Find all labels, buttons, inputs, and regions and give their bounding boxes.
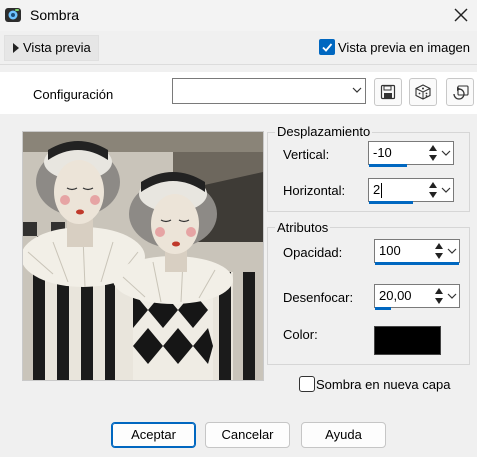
blur-label: Desenfocar: <box>283 290 354 305</box>
horizontal-value: 2 <box>373 182 381 197</box>
horizontal-input[interactable]: 2 <box>368 178 454 202</box>
text-cursor <box>381 183 382 198</box>
randomize-button[interactable] <box>409 78 437 106</box>
chevron-down-icon[interactable] <box>447 245 457 257</box>
offset-legend: Desplazamiento <box>275 124 373 139</box>
new-layer-checkbox[interactable] <box>299 376 315 392</box>
chevron-down-icon <box>352 87 362 93</box>
chevron-down-icon[interactable] <box>441 147 451 159</box>
dice-icon <box>415 84 431 100</box>
vertical-input[interactable]: -10 <box>368 141 454 165</box>
configuration-dropdown[interactable] <box>172 78 366 104</box>
image-preview-label: Vista previa en imagen <box>338 40 471 55</box>
chevron-down-icon[interactable] <box>447 290 457 302</box>
vertical-value: -10 <box>373 145 392 160</box>
blur-value: 20,00 <box>379 288 412 303</box>
opacity-value-bar <box>375 262 459 265</box>
shadow-color-swatch[interactable] <box>374 326 441 355</box>
cancel-button[interactable]: Cancelar <box>205 422 290 448</box>
attributes-legend: Atributos <box>275 220 331 235</box>
spinner-icon[interactable] <box>427 143 439 163</box>
opacity-label: Opacidad: <box>283 245 343 260</box>
blur-value-bar <box>375 307 391 310</box>
reset-preset-button[interactable] <box>446 78 474 106</box>
window-title: Sombra <box>30 7 80 23</box>
help-button[interactable]: Ayuda <box>301 422 386 448</box>
divider <box>0 64 477 65</box>
color-label: Color: <box>283 327 318 342</box>
vertical-value-bar <box>369 164 407 167</box>
chevron-down-icon[interactable] <box>441 184 451 196</box>
reset-preset-icon <box>453 85 469 100</box>
opacity-input[interactable]: 100 <box>374 239 460 263</box>
ok-button[interactable]: Aceptar <box>111 422 196 448</box>
new-layer-label: Sombra en nueva capa <box>316 377 451 392</box>
floppy-disk-icon <box>380 84 396 100</box>
expand-arrow-icon <box>13 43 19 53</box>
spinner-icon[interactable] <box>433 241 445 261</box>
spinner-icon[interactable] <box>433 286 445 306</box>
blur-input[interactable]: 20,00 <box>374 284 460 308</box>
app-icon <box>4 6 22 24</box>
spinner-icon[interactable] <box>427 180 439 200</box>
preview-image <box>22 131 264 381</box>
preview-toggle-label: Vista previa <box>23 40 91 55</box>
opacity-value: 100 <box>379 243 401 258</box>
close-icon[interactable] <box>450 4 472 26</box>
vertical-label: Vertical: <box>283 147 330 162</box>
horizontal-value-bar <box>369 201 413 204</box>
image-preview-checkbox[interactable] <box>319 39 335 55</box>
configuration-label: Configuración <box>33 87 114 102</box>
save-preset-button[interactable] <box>374 78 402 106</box>
preview-toggle-button[interactable]: Vista previa <box>4 35 99 61</box>
horizontal-label: Horizontal: <box>283 183 346 198</box>
